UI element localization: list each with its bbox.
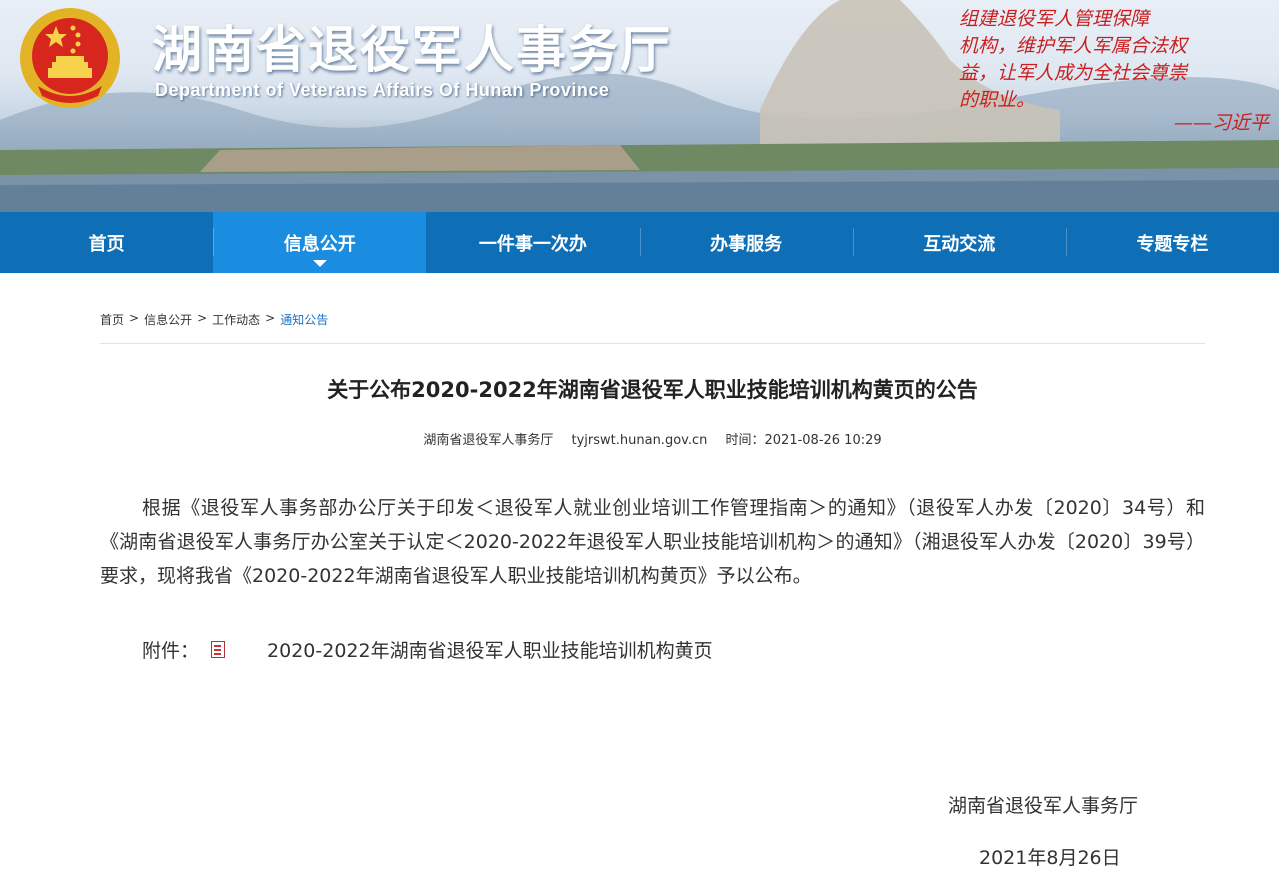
- article-site: tyjrswt.hunan.gov.cn: [571, 433, 708, 448]
- site-subtitle: Department of Veterans Affairs Of Hunan …: [155, 80, 610, 100]
- article-meta: 湖南省退役军人事务厅 tyjrswt.hunan.gov.cn 时间：2021-…: [100, 429, 1205, 448]
- nav-item-special-topics[interactable]: 专题专栏: [1065, 212, 1279, 273]
- quote-line: 益，让军人成为全社会尊崇: [959, 62, 1188, 84]
- article-body: 根据《退役军人事务部办公厅关于印发＜退役军人就业创业培训工作管理指南＞的通知》（…: [100, 497, 1205, 587]
- breadcrumb-work-news[interactable]: 工作动态: [212, 311, 260, 328]
- pdf-file-icon[interactable]: [211, 641, 226, 658]
- article-title: 关于公布2020-2022年湖南省退役军人职业技能培训机构黄页的公告: [327, 378, 978, 402]
- breadcrumb-separator: >: [265, 311, 276, 325]
- breadcrumb-info-disclosure[interactable]: 信息公开: [144, 311, 192, 328]
- header-banner: 湖南省退役军人事务厅 Department of Veterans Affair…: [0, 0, 1279, 212]
- attachment-link[interactable]: 2020-2022年湖南省退役军人职业技能培训机构黄页: [267, 636, 713, 663]
- signature-org: 湖南省退役军人事务厅: [948, 795, 1139, 817]
- breadcrumb-divider: [100, 343, 1205, 344]
- breadcrumb-notices[interactable]: 通知公告: [280, 311, 328, 328]
- nav-item-info-disclosure[interactable]: 信息公开: [213, 212, 427, 273]
- nav-item-services[interactable]: 办事服务: [639, 212, 853, 273]
- article-source: 湖南省退役军人事务厅: [423, 433, 554, 448]
- nav-item-home[interactable]: 首页: [0, 212, 213, 273]
- breadcrumb-separator: >: [129, 311, 140, 325]
- quote-line: 机构，维护军人军属合法权: [959, 35, 1188, 57]
- nav-item-one-stop[interactable]: 一件事一次办: [426, 212, 639, 273]
- site-title: 湖南省退役军人事务厅: [152, 21, 672, 79]
- attachment-label: 附件：: [142, 640, 200, 662]
- leader-quote: 组建退役军人管理保障 机构，维护军人军属合法权 益，让军人成为全社会尊崇 的职业…: [959, 6, 1271, 114]
- quote-signature: ——习近平: [1173, 112, 1269, 134]
- breadcrumb: 首页 > 信息公开 > 工作动态 > 通知公告: [100, 311, 328, 328]
- quote-line: 组建退役军人管理保障: [959, 8, 1150, 30]
- nav-item-interaction[interactable]: 互动交流: [852, 212, 1066, 273]
- national-emblem-icon: [18, 6, 122, 110]
- breadcrumb-separator: >: [197, 311, 208, 325]
- breadcrumb-home[interactable]: 首页: [100, 311, 124, 328]
- attachment-row: 附件： 2020-2022年湖南省退役军人职业技能培训机构黄页: [142, 636, 713, 663]
- main-nav: 首页 信息公开 一件事一次办 办事服务 互动交流 专题专栏: [0, 212, 1279, 273]
- signature-date: 2021年8月26日: [979, 847, 1121, 869]
- article-time: 时间：2021-08-26 10:29: [725, 433, 882, 448]
